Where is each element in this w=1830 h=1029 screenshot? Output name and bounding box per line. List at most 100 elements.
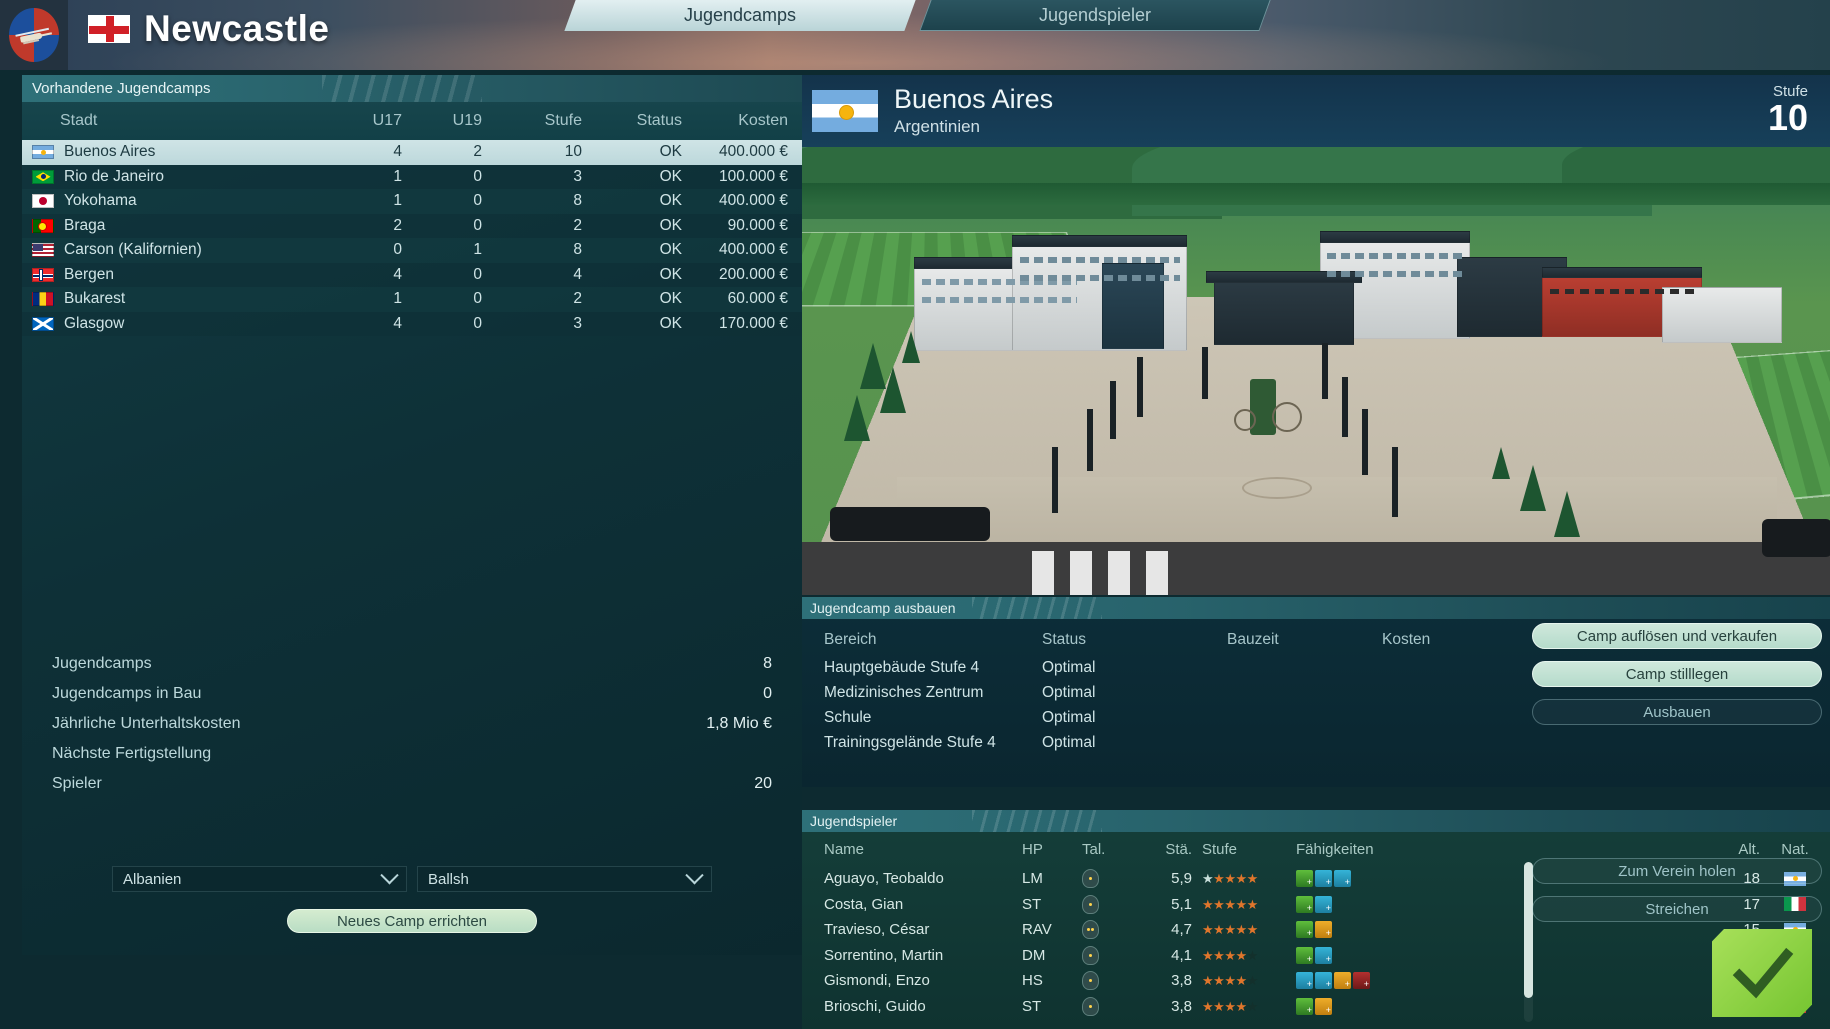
summary-stat-row: Jugendcamps in Bau 0 (52, 679, 772, 709)
summary-stat-row: Jährliche Unterhaltskosten 1,8 Mio € (52, 709, 772, 739)
camps-controls: Albanien Ballsh Neues Camp errichten (22, 865, 802, 933)
skill-icon: + (1315, 921, 1332, 939)
camp-u17: 2 (393, 216, 402, 234)
tab-jugendspieler-label: Jugendspieler (1038, 5, 1152, 25)
player-row[interactable]: Gismondi, EnzoHS3,8★★★★★++++15 (802, 968, 1830, 994)
star-icon: ★ (1246, 998, 1259, 1014)
decorative-slashes (972, 597, 1102, 619)
camp-city-label: Carson (Kalifornien) (64, 241, 202, 259)
star-icon: ★ (1213, 896, 1225, 912)
column-header-u19: U19 (452, 112, 482, 129)
camp-city-label: Buenos Aires (64, 143, 156, 161)
new-camp-button[interactable]: Neues Camp errichten (287, 909, 537, 933)
camp-row[interactable]: Bergen 4 0 4 OK 200.000 € (22, 262, 802, 287)
camp-city-label: Rio de Janeiro (64, 167, 164, 185)
player-star-rating: ★★★★★ (1192, 998, 1272, 1015)
player-button-1[interactable]: Zum Verein holen (1532, 858, 1822, 884)
argentina-flag-icon (812, 90, 878, 132)
camp-row[interactable]: Buenos Aires 4 2 10 OK 400.000 € (22, 140, 802, 165)
expand-button-2[interactable]: Camp stilllegen (1532, 661, 1822, 687)
star-icon: ★ (1202, 922, 1214, 938)
summary-stat-row: Jugendcamps 8 (52, 649, 772, 679)
star-icon: ★ (1202, 896, 1214, 912)
player-star-rating: ★★★★★ (1192, 972, 1272, 989)
player-name: Sorrentino, Martin (824, 946, 944, 964)
tab-jugendspieler[interactable]: Jugendspieler (919, 0, 1271, 31)
summary-stat-row: Nächste Fertigstellung (52, 739, 772, 769)
expand-button-3[interactable]: Ausbauen (1532, 699, 1822, 725)
camp-u19: 0 (473, 167, 482, 185)
star-icon: ★ (1246, 896, 1259, 912)
camp-stufe: 3 (573, 167, 582, 185)
confirm-checkmark-icon[interactable] (1712, 929, 1812, 1017)
camp-preview: Buenos Aires Argentinien Stufe 10 (802, 75, 1830, 595)
player-row[interactable]: Brioschi, GuidoST3,8★★★★★++14 (802, 994, 1830, 1020)
chevron-down-icon (685, 865, 704, 884)
star-icon: ★ (1213, 871, 1225, 887)
camp-status: OK (659, 167, 682, 185)
camp-u17: 0 (393, 241, 402, 259)
tab-jugendcamps-label: Jugendcamps (683, 5, 797, 25)
camp-status: OK (659, 241, 682, 259)
camp-city: Buenos Aires (894, 83, 1054, 114)
skill-icon: + (1296, 921, 1313, 939)
star-icon: ★ (1213, 973, 1225, 989)
skill-icon: + (1296, 895, 1313, 913)
star-icon: ★ (1246, 947, 1259, 963)
skill-icon: + (1296, 997, 1313, 1015)
expand-button-1[interactable]: Camp auflösen und verkaufen (1532, 623, 1822, 649)
summary-stat-label: Nächste Fertigstellung (52, 745, 212, 762)
camp-row[interactable]: Bukarest 1 0 2 OK 60.000 € (22, 287, 802, 312)
player-star-rating: ★★★★★ (1192, 921, 1272, 938)
country-select-value: Albanien (123, 870, 182, 888)
city-select[interactable]: Ballsh (417, 865, 712, 892)
camp-row[interactable]: Rio de Janeiro 1 0 3 OK 100.000 € (22, 164, 802, 189)
camp-status: OK (659, 192, 682, 210)
player-skills: + + + + (1272, 972, 1700, 990)
camp-city-label: Bukarest (64, 290, 126, 308)
expand-status: Optimal (1042, 733, 1096, 751)
player-star-rating: ★★★★★ (1192, 870, 1272, 887)
players-panel-title-label: Jugendspieler (810, 813, 898, 829)
camp-stufe: 8 (573, 192, 582, 210)
camp-level-value: 10 (1767, 97, 1808, 138)
player-skills: + + (1272, 997, 1700, 1015)
camp-row[interactable]: Glasgow 4 0 3 OK 170.000 € (22, 311, 802, 336)
column-header-status: Status (636, 112, 682, 129)
city-select-value: Ballsh (428, 870, 469, 888)
country-select[interactable]: Albanien (112, 865, 407, 892)
expand-bereich: Hauptgebäude Stufe 4 (824, 658, 980, 676)
summary-stat-label: Jugendcamps (52, 655, 152, 672)
tab-jugendcamps[interactable]: Jugendcamps (564, 0, 916, 31)
skill-icon: + (1334, 972, 1351, 990)
camp-city-label: Yokohama (64, 192, 137, 210)
player-position: ST (1022, 997, 1042, 1015)
camp-preview-names: Buenos Aires Argentinien (894, 83, 1054, 137)
column-header-kosten: Kosten (1382, 631, 1431, 648)
camp-stufe: 2 (573, 290, 582, 308)
star-icon: ★ (1213, 998, 1225, 1014)
expand-camp-panel: Jugendcamp ausbauen Bereich Status Bauze… (802, 597, 1830, 787)
camp-row[interactable]: Carson (Kalifornien) 0 1 8 OK 400.000 € (22, 238, 802, 263)
camp-kosten: 400.000 € (719, 241, 788, 259)
star-icon: ★ (1202, 998, 1214, 1014)
top-bar: Newcastle Jugendcamps Jugendspieler (0, 0, 1830, 70)
player-position: RAV (1022, 921, 1052, 939)
camp-row[interactable]: Yokohama 1 0 8 OK 400.000 € (22, 189, 802, 214)
star-icon: ★ (1202, 871, 1214, 887)
youth-players-panel: Jugendspieler Name HP Tal. Stä. Stufe Fä… (802, 810, 1830, 1029)
camp-kosten: 400.000 € (719, 143, 788, 161)
star-icon: ★ (1224, 947, 1236, 963)
england-flag-icon (88, 15, 130, 43)
talent-icon (1082, 894, 1099, 914)
player-position: LM (1022, 870, 1043, 888)
player-button-2[interactable]: Streichen (1532, 896, 1822, 922)
star-icon: ★ (1235, 973, 1247, 989)
country-flag-icon (32, 267, 54, 282)
camps-table-body: Buenos Aires 4 2 10 OK 400.000 € Rio de Janeir… (22, 140, 802, 336)
skill-icon: + (1315, 946, 1332, 964)
player-row[interactable]: Sorrentino, MartinDM4,1★★★★★++16 (802, 943, 1830, 969)
camp-status: OK (659, 216, 682, 234)
new-camp-selectors: Albanien Ballsh (22, 865, 802, 892)
camp-row[interactable]: Braga 2 0 2 OK 90.000 € (22, 213, 802, 238)
